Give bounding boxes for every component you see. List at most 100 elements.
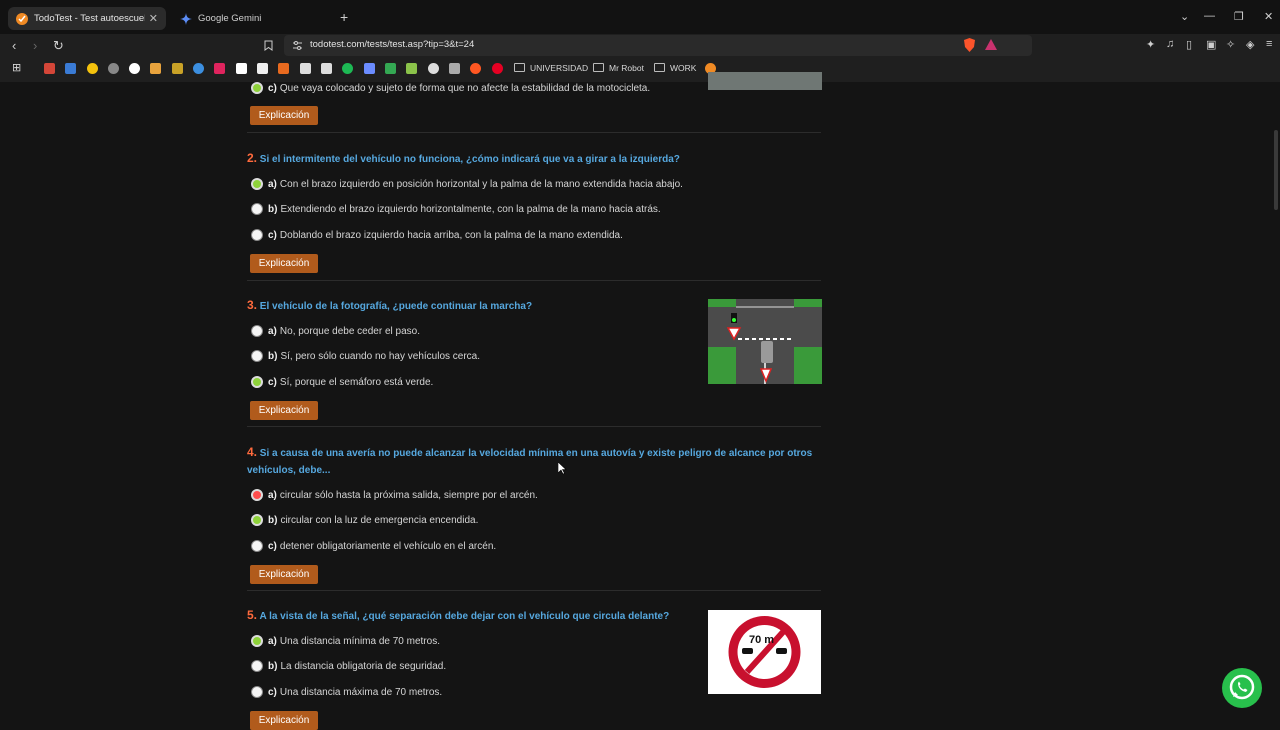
y-bookmark-icon[interactable] xyxy=(257,63,268,74)
answer-c[interactable]: c) Sí, porque el semáforo está verde. xyxy=(251,376,433,388)
answer-letter: a) xyxy=(268,635,277,647)
radio-button[interactable] xyxy=(251,686,263,698)
answer-b[interactable]: b) Extendiendo el brazo izquierdo horizon… xyxy=(251,203,661,215)
wallet-icon[interactable]: ▣ xyxy=(1206,38,1216,51)
pinterest-icon[interactable] xyxy=(492,63,503,74)
new-tab-icon[interactable]: + xyxy=(340,9,348,25)
answer-a[interactable]: a) No, porque debe ceder el paso. xyxy=(251,325,420,337)
minimize-icon[interactable]: — xyxy=(1204,10,1215,22)
radio-button[interactable] xyxy=(251,229,263,241)
close-window-icon[interactable]: ✕ xyxy=(1264,10,1273,23)
heart-bookmark-icon[interactable] xyxy=(214,63,225,74)
radio-correct[interactable] xyxy=(251,376,263,388)
bookmark-icon-20[interactable] xyxy=(449,63,460,74)
bookmark-icon-4[interactable] xyxy=(108,63,119,74)
whatsapp-icon xyxy=(1229,674,1255,700)
answer-c[interactable]: c) detener obligatoriamente el vehículo e… xyxy=(251,540,496,552)
brave-shield-icon[interactable] xyxy=(963,38,976,52)
answer-c[interactable]: c) Una distancia máxima de 70 metros. xyxy=(251,686,442,698)
radio-button[interactable] xyxy=(251,350,263,362)
extensions-icon[interactable]: ✦ xyxy=(1146,38,1155,51)
answer-a[interactable]: a) Con el brazo izquierdo en posición hor… xyxy=(251,178,683,190)
sidebar-icon[interactable]: ▯ xyxy=(1186,38,1192,51)
divider xyxy=(247,280,821,281)
close-tab-icon[interactable]: ✕ xyxy=(149,12,158,25)
bookmark-icon[interactable] xyxy=(264,40,273,51)
answer-text: Con el brazo izquierdo en posición horiz… xyxy=(279,178,683,190)
bookmark-icon-12[interactable] xyxy=(278,63,289,74)
explain-button[interactable]: Explicación xyxy=(250,401,318,420)
answer-text: Doblando el brazo izquierdo hacia arriba… xyxy=(279,229,623,241)
question-1-image xyxy=(708,72,822,90)
explain-button[interactable]: Explicación xyxy=(250,711,318,730)
folder-icon xyxy=(514,63,525,72)
restore-icon[interactable]: ❐ xyxy=(1234,10,1244,23)
radio-correct[interactable] xyxy=(251,635,263,647)
answer-c[interactable]: c) Que vaya colocado y sujeto de forma q… xyxy=(251,82,650,94)
question-text: El vehículo de la fotografía, ¿puede con… xyxy=(259,301,533,312)
radio-button[interactable] xyxy=(251,540,263,552)
drive-icon[interactable] xyxy=(65,63,76,74)
google-icon[interactable] xyxy=(129,63,140,74)
explain-button[interactable]: Explicación xyxy=(250,565,318,584)
bookmark-icon-6[interactable] xyxy=(150,63,161,74)
brave-rewards-icon[interactable] xyxy=(985,39,997,50)
answer-c[interactable]: c) Doblando el brazo izquierdo hacia arri… xyxy=(251,229,623,241)
tab-todotest[interactable]: TodoTest - Test autoescuela gratis ✕ xyxy=(8,7,166,30)
reload-icon[interactable]: ↻ xyxy=(53,38,64,54)
sheets-icon[interactable] xyxy=(385,63,396,74)
leo-ai-icon[interactable]: ✧ xyxy=(1226,38,1235,51)
radio-wrong[interactable] xyxy=(251,489,263,501)
scrollbar[interactable] xyxy=(1274,130,1278,210)
bookmarks-bar: ⊞ UNIVERSIDAD Mr Robot WORK xyxy=(0,58,1280,80)
answer-text: Sí, pero sólo cuando no hay vehículos ce… xyxy=(280,350,481,362)
bookmark-icon-7[interactable] xyxy=(172,63,183,74)
back-icon[interactable]: ‹ xyxy=(12,38,16,53)
forward-icon[interactable]: › xyxy=(33,38,37,53)
tab-title: Google Gemini xyxy=(198,13,262,24)
bookmark-icon-18[interactable] xyxy=(406,63,417,74)
whatsapp-button[interactable] xyxy=(1222,668,1262,708)
radio-button[interactable] xyxy=(251,203,263,215)
answer-letter: c) xyxy=(268,376,277,388)
bookmark-folder-work[interactable]: WORK xyxy=(654,63,696,73)
question-number: 5. xyxy=(247,608,258,622)
bookmark-icon-19[interactable] xyxy=(428,63,439,74)
tab-bar: TodoTest - Test autoescuela gratis ✕ Goo… xyxy=(0,0,1280,34)
navigation-bar: ‹ › ↻ todotest.com/tests/test.asp?tip=3&… xyxy=(0,34,1280,58)
radio-button[interactable] xyxy=(251,325,263,337)
answer-b[interactable]: b) circular con la luz de emergencia ence… xyxy=(251,514,478,526)
music-icon[interactable]: ♫ xyxy=(1166,38,1174,50)
bookmark-folder-mr-robot[interactable]: Mr Robot xyxy=(593,63,644,73)
question-text: Si a causa de una avería no puede alcanz… xyxy=(247,448,813,476)
spotify-icon[interactable] xyxy=(342,63,353,74)
radio-correct[interactable] xyxy=(251,82,263,94)
bookmark-icon-13[interactable] xyxy=(300,63,311,74)
explain-button[interactable]: Explicación xyxy=(250,106,318,125)
answer-text: circular con la luz de emergencia encend… xyxy=(280,514,479,526)
answer-a[interactable]: a) Una distancia mínima de 70 metros. xyxy=(251,635,440,647)
bookmark-icon-3[interactable] xyxy=(87,63,98,74)
answer-text: No, porque debe ceder el paso. xyxy=(279,325,421,337)
address-bar[interactable]: todotest.com/tests/test.asp?tip=3&t=24 xyxy=(284,35,1032,56)
bookmark-icon-8[interactable] xyxy=(193,63,204,74)
apps-grid-icon[interactable]: ⊞ xyxy=(12,61,21,74)
answer-b[interactable]: b) Sí, pero sólo cuando no hay vehículos … xyxy=(251,350,480,362)
menu-icon[interactable]: ≡ xyxy=(1266,38,1272,50)
answer-b[interactable]: b) La distancia obligatoria de seguridad. xyxy=(251,660,446,672)
vpn-icon[interactable]: ◈ xyxy=(1246,38,1254,51)
m-bookmark-icon[interactable] xyxy=(321,63,332,74)
g-bookmark-icon[interactable] xyxy=(236,63,247,74)
bookmark-icon-21[interactable] xyxy=(470,63,481,74)
radio-correct[interactable] xyxy=(251,514,263,526)
gmail-icon[interactable] xyxy=(44,63,55,74)
bookmark-icon-16[interactable] xyxy=(364,63,375,74)
tab-list-icon[interactable]: ⌄ xyxy=(1180,10,1189,23)
radio-correct[interactable] xyxy=(251,178,263,190)
site-settings-icon[interactable] xyxy=(292,40,303,51)
bookmark-folder-universidad[interactable]: UNIVERSIDAD xyxy=(514,63,588,73)
radio-button[interactable] xyxy=(251,660,263,672)
answer-a[interactable]: a) circular sólo hasta la próxima salida,… xyxy=(251,489,538,501)
tab-gemini[interactable]: Google Gemini xyxy=(172,7,332,30)
explain-button[interactable]: Explicación xyxy=(250,254,318,273)
